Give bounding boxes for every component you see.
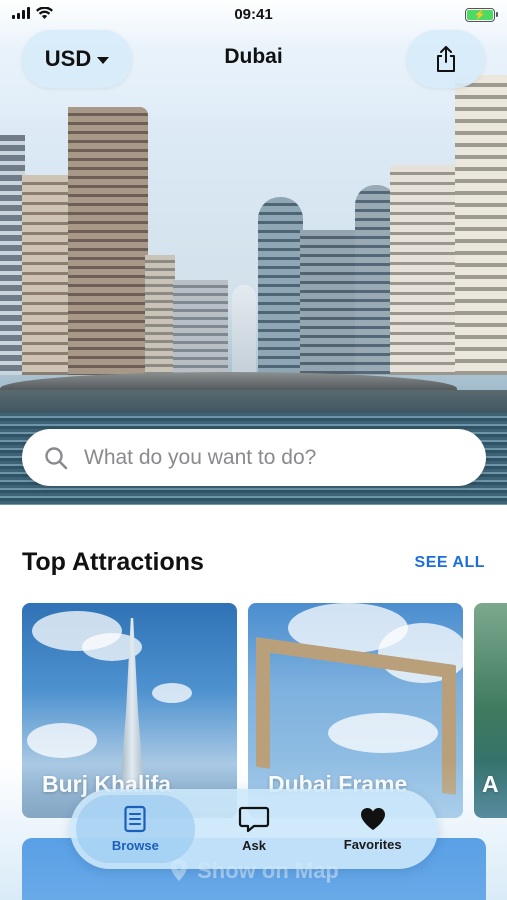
- tab-bar: Browse Ask Favorites: [70, 789, 438, 869]
- attractions-carousel[interactable]: Burj Khalifa Dubai Frame A: [22, 603, 507, 818]
- battery-icon: ⚡: [465, 8, 498, 22]
- search-bar[interactable]: [22, 429, 486, 486]
- search-icon: [45, 446, 68, 469]
- heart-icon: [360, 808, 385, 830]
- document-icon: [124, 805, 146, 833]
- see-all-link[interactable]: SEE ALL: [415, 554, 485, 572]
- chat-bubble-icon: [238, 806, 270, 833]
- attraction-card[interactable]: Burj Khalifa: [22, 603, 237, 818]
- attraction-card[interactable]: A: [474, 603, 507, 818]
- search-input[interactable]: [84, 445, 444, 470]
- section-header: Top Attractions SEE ALL: [22, 548, 485, 577]
- tab-favorites[interactable]: Favorites: [313, 795, 432, 863]
- status-bar: 09:41 ⚡: [0, 0, 507, 30]
- tab-label: Favorites: [343, 837, 402, 852]
- tab-ask[interactable]: Ask: [195, 795, 314, 863]
- tab-browse[interactable]: Browse: [76, 795, 195, 863]
- tab-label: Browse: [111, 838, 159, 853]
- share-icon: [437, 46, 455, 72]
- share-button[interactable]: [407, 30, 485, 88]
- attraction-card[interactable]: Dubai Frame: [248, 603, 463, 818]
- section-title: Top Attractions: [22, 548, 204, 576]
- tab-label: Ask: [242, 838, 266, 853]
- status-time: 09:41: [234, 6, 273, 23]
- attraction-card-label: A: [482, 771, 499, 797]
